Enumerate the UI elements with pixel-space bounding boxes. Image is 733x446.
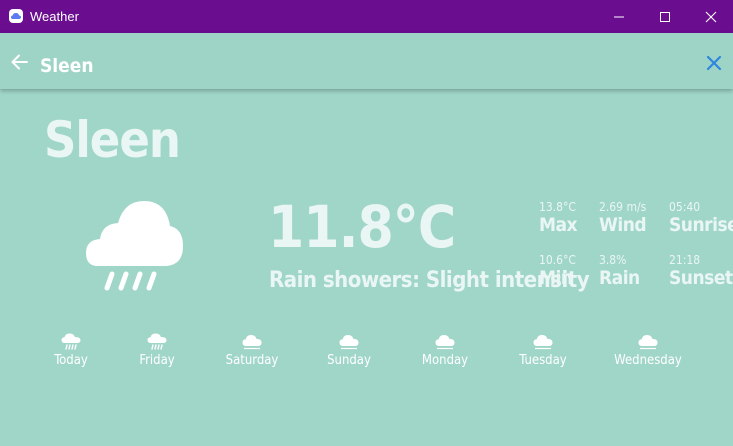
stat-max-value: 13.8°C — [539, 200, 576, 214]
forecast-day-label: Saturday — [225, 353, 279, 368]
stat-rain-value: 3.8% — [599, 253, 627, 267]
forecast-day-friday[interactable]: Friday — [127, 330, 187, 370]
stat-wind: 2.69 m/s Wind — [599, 200, 647, 236]
forecast-day-label: Friday — [139, 353, 175, 368]
cloud-icon — [435, 335, 455, 350]
stat-sunset: 21:18 Sunset — [669, 253, 733, 289]
stat-sunrise-label: Sunrise — [669, 214, 733, 236]
forecast-day-wednesday[interactable]: Wednesday — [612, 330, 684, 370]
stat-min-label: Min — [539, 267, 573, 289]
forecast-day-label: Tuesday — [519, 353, 567, 368]
cloud-icon — [533, 335, 553, 350]
appbar-title: Sleen — [40, 55, 94, 77]
stat-wind-label: Wind — [599, 214, 647, 236]
current-temperature: 11.8°C — [268, 193, 456, 261]
window-close-button[interactable] — [688, 0, 733, 33]
stat-sunset-value: 21:18 — [669, 253, 701, 267]
forecast-day-saturday[interactable]: Saturday — [217, 330, 287, 370]
forecast-day-monday[interactable]: Monday — [415, 330, 475, 370]
forecast-day-label: Wednesday — [614, 353, 682, 368]
window-titlebar: Weather — [0, 0, 733, 33]
forecast-day-label: Today — [54, 353, 88, 368]
stat-rain: 3.8% Rain — [599, 253, 640, 289]
minimize-button[interactable] — [596, 0, 642, 33]
app-bar: Sleen — [0, 33, 733, 89]
weather-app-icon — [9, 9, 23, 23]
cloud-icon — [638, 335, 658, 350]
cloud-icon — [242, 335, 262, 350]
cloud-rain-icon — [84, 196, 184, 292]
stat-sunrise-value: 05:40 — [669, 200, 701, 214]
stat-rain-label: Rain — [599, 267, 640, 289]
cloud-rain-icon — [61, 333, 81, 350]
stat-wind-value: 2.69 m/s — [599, 200, 647, 214]
maximize-icon — [660, 11, 670, 22]
cloud-rain-icon — [147, 333, 167, 350]
stat-min-value: 10.6°C — [539, 253, 576, 267]
cloud-icon — [339, 335, 359, 350]
forecast-day-today[interactable]: Today — [41, 330, 101, 370]
minimize-icon — [614, 16, 624, 17]
forecast-day-label: Monday — [421, 353, 469, 368]
stat-max: 13.8°C Max — [539, 200, 578, 236]
forecast-day-sunday[interactable]: Sunday — [319, 330, 379, 370]
close-icon — [706, 55, 722, 71]
close-button[interactable] — [703, 52, 725, 74]
city-name: Sleen — [44, 111, 181, 169]
stat-sunrise: 05:40 Sunrise — [669, 200, 733, 236]
stat-min: 10.6°C Min — [539, 253, 576, 289]
maximize-button[interactable] — [642, 0, 688, 33]
close-icon — [705, 11, 717, 22]
back-button[interactable] — [9, 51, 31, 73]
window-title: Weather — [30, 9, 79, 24]
forecast-day-label: Sunday — [327, 353, 371, 368]
forecast-day-tuesday[interactable]: Tuesday — [513, 330, 573, 370]
stat-sunset-label: Sunset — [669, 267, 733, 289]
stat-max-label: Max — [539, 214, 578, 236]
arrow-left-icon — [11, 54, 28, 70]
